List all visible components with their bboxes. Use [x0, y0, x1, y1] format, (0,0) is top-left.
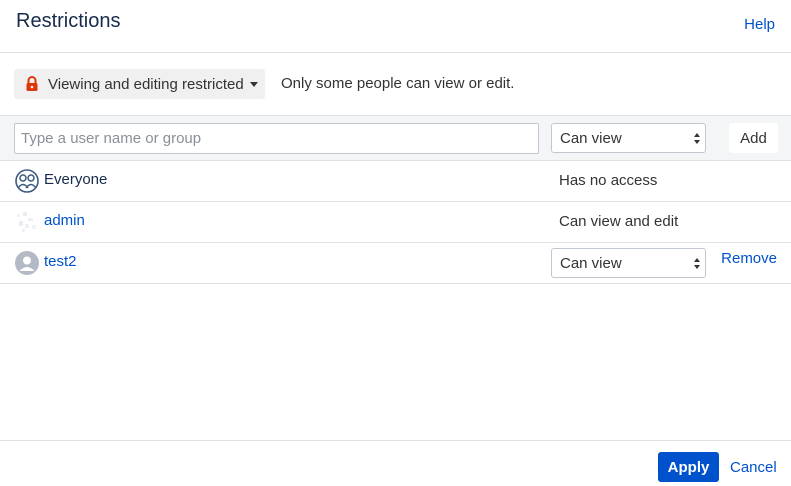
remove-link[interactable]: Remove	[721, 250, 777, 267]
entry-name: Everyone	[44, 171, 108, 188]
restriction-mode-description: Only some people can view or edit.	[281, 75, 515, 92]
restriction-row-test2: test2 Can view Remove	[0, 243, 791, 284]
restriction-row-everyone: Everyone Has no access	[0, 161, 791, 202]
add-restriction-row: Can view Add	[0, 115, 791, 161]
group-avatar-icon	[15, 169, 39, 193]
restriction-mode-dropdown[interactable]: Viewing and editing restricted	[14, 69, 265, 99]
restriction-row-admin: admin Can view and edit	[0, 202, 791, 243]
entry-name-link[interactable]: admin	[44, 212, 85, 229]
entry-name-link[interactable]: test2	[44, 253, 77, 270]
entry-access: Has no access	[559, 172, 658, 189]
dialog-title: Restrictions	[16, 10, 121, 32]
new-permission-select[interactable]: Can view	[551, 123, 706, 153]
entry-access: Can view and edit	[559, 213, 679, 230]
entry-permission-select-value: Can view	[560, 254, 622, 272]
cancel-link[interactable]: Cancel	[730, 459, 777, 476]
apply-button[interactable]: Apply	[658, 452, 719, 482]
help-link[interactable]: Help	[744, 16, 775, 33]
dialog-header: Restrictions Help	[0, 0, 791, 53]
lock-icon	[25, 76, 39, 92]
user-avatar-image	[15, 210, 39, 234]
restriction-mode-row: Viewing and editing restricted Only some…	[0, 53, 791, 115]
restriction-mode-label: Viewing and editing restricted	[48, 75, 244, 93]
select-arrows-icon	[694, 133, 700, 144]
new-permission-select-value: Can view	[560, 129, 622, 147]
dialog-footer: Apply Cancel	[0, 440, 791, 486]
user-group-search-input[interactable]	[14, 123, 539, 154]
default-user-avatar-icon	[15, 251, 39, 275]
add-button[interactable]: Add	[729, 123, 778, 153]
chevron-down-icon	[249, 81, 258, 87]
entry-permission-select[interactable]: Can view	[551, 248, 706, 278]
select-arrows-icon	[694, 258, 700, 269]
